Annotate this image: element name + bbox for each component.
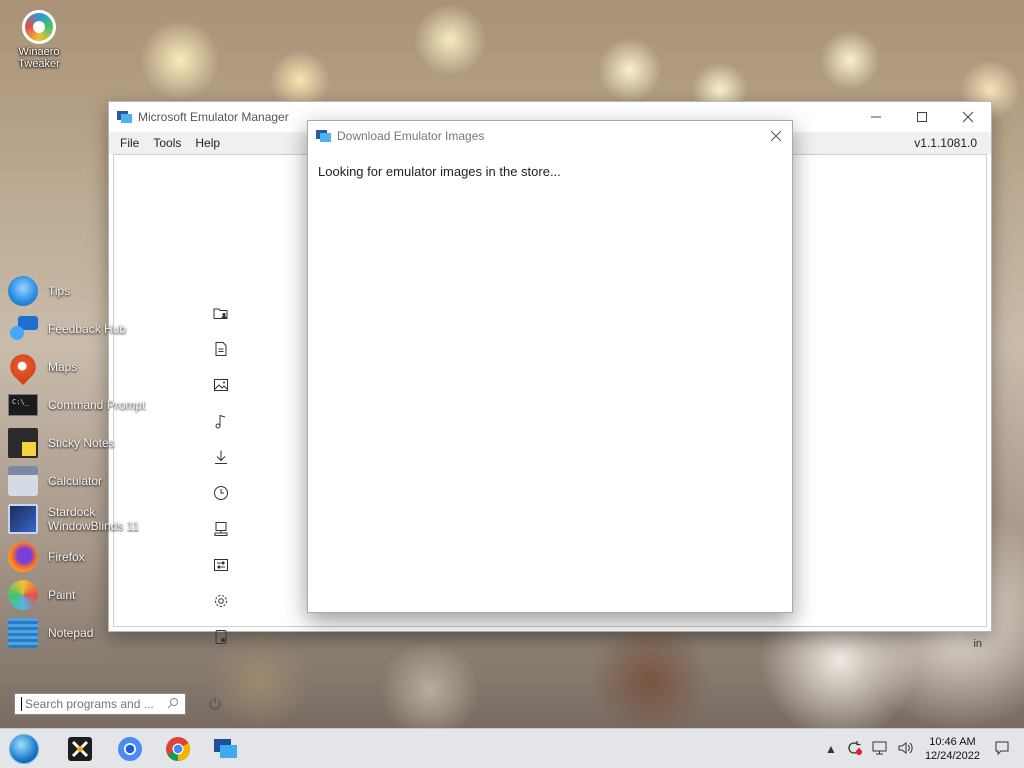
start-item-label: Sticky Notes (48, 436, 115, 450)
notepad-icon (8, 618, 38, 648)
start-button[interactable] (4, 733, 44, 765)
search-input[interactable] (25, 697, 157, 711)
taskbar-emulator-manager[interactable] (206, 733, 246, 765)
start-item-tips[interactable]: Tips (8, 272, 188, 310)
paint-icon (8, 580, 38, 610)
lightbulb-icon (8, 276, 38, 306)
start-item-label: Firefox (48, 550, 85, 564)
start-item-command-prompt[interactable]: C:\_ Command Prompt (8, 386, 188, 424)
map-pin-icon (4, 348, 42, 386)
start-menu-pinned-list: Tips Feedback Hub Maps C:\_ Command Prom… (4, 272, 188, 652)
emulator-manager-icon (117, 111, 132, 123)
network-icon[interactable] (871, 740, 889, 759)
chevron-up-icon[interactable]: ▲ (825, 742, 837, 756)
truncated-label: in (973, 638, 982, 650)
start-item-label: Command Prompt (48, 398, 146, 412)
version-label: v1.1.1081.0 (914, 136, 977, 150)
settings-sliders-icon[interactable] (210, 547, 232, 583)
taskbar: ▲ 10:46 AM 12/24/2022 (0, 728, 1024, 768)
start-item-windowblinds[interactable]: Stardock WindowBlinds 11 (8, 500, 188, 538)
image-icon[interactable] (210, 367, 232, 403)
start-item-sticky-notes[interactable]: Sticky Notes (8, 424, 188, 462)
download-icon[interactable] (210, 439, 232, 475)
sticky-note-icon (8, 428, 38, 458)
dialog-title-bar[interactable]: Download Emulator Images (308, 121, 792, 151)
chrome-icon (166, 737, 190, 761)
xbox-icon (68, 737, 92, 761)
text-caret (21, 697, 22, 711)
close-icon (962, 111, 974, 123)
document-icon[interactable] (210, 331, 232, 367)
folder-person-icon[interactable] (210, 295, 232, 331)
emulator-manager-icon (214, 739, 237, 758)
start-search-box[interactable] (14, 693, 186, 715)
start-item-label: Stardock WindowBlinds 11 (48, 505, 140, 533)
close-icon (770, 130, 782, 142)
search-icon[interactable] (167, 697, 179, 712)
menu-tools[interactable]: Tools (146, 136, 188, 150)
system-tray: ▲ 10:46 AM 12/24/2022 (821, 729, 1024, 768)
maximize-icon (917, 112, 927, 122)
start-item-firefox[interactable]: Firefox (8, 538, 188, 576)
maximize-button[interactable] (899, 102, 945, 132)
clock-time: 10:46 AM (929, 736, 976, 748)
start-item-label: Feedback Hub (48, 322, 127, 336)
dialog-status-message: Looking for emulator images in the store… (318, 164, 561, 179)
calculator-icon (8, 466, 38, 496)
volume-icon[interactable] (897, 740, 915, 759)
start-item-paint[interactable]: Paint (8, 576, 188, 614)
start-item-label: Tips (48, 284, 71, 298)
desktop-icon-label: Winaero Tweaker (18, 46, 60, 70)
start-item-label: Paint (48, 588, 76, 602)
gear-icon[interactable] (210, 583, 232, 619)
emulator-manager-icon (316, 130, 331, 142)
taskbar-clock[interactable]: 10:46 AM 12/24/2022 (925, 735, 980, 763)
update-icon[interactable] (845, 740, 863, 759)
chromium-icon (118, 737, 142, 761)
window-controls (853, 102, 991, 132)
device-icon[interactable] (210, 511, 232, 547)
start-item-label: Notepad (48, 626, 94, 640)
terminal-icon: C:\_ (8, 394, 38, 416)
history-icon[interactable] (210, 475, 232, 511)
close-button[interactable] (945, 102, 991, 132)
minimize-icon (871, 116, 881, 118)
start-item-feedback-hub[interactable]: Feedback Hub (8, 310, 188, 348)
winaero-tweaker-icon (22, 10, 56, 44)
dialog-close-button[interactable] (768, 128, 784, 144)
notification-icon[interactable] (994, 740, 1010, 759)
firefox-icon (8, 542, 38, 572)
clock-date: 12/24/2022 (924, 750, 980, 762)
start-item-label: Calculator (48, 474, 103, 488)
taskbar-xbox[interactable] (60, 733, 100, 765)
windowblinds-icon (8, 504, 38, 534)
storage-icon[interactable] (210, 619, 232, 655)
menu-help[interactable]: Help (188, 136, 227, 150)
window-title: Microsoft Emulator Manager (138, 110, 289, 124)
download-emulator-images-dialog: Download Emulator Images Looking for emu… (307, 120, 793, 613)
feedback-icon (8, 314, 38, 344)
start-item-calculator[interactable]: Calculator (8, 462, 188, 500)
menu-file[interactable]: File (113, 136, 146, 150)
start-orb-icon (9, 734, 39, 764)
music-icon[interactable] (210, 403, 232, 439)
desktop-icon-winaero-tweaker[interactable]: Winaero Tweaker (12, 10, 66, 70)
start-item-maps[interactable]: Maps (4, 348, 188, 386)
side-icon-column (210, 295, 232, 655)
power-icon[interactable] (208, 696, 222, 712)
taskbar-chrome[interactable] (158, 733, 198, 765)
minimize-button[interactable] (853, 102, 899, 132)
start-item-notepad[interactable]: Notepad (8, 614, 188, 652)
start-item-label: Maps (48, 360, 78, 374)
dialog-title: Download Emulator Images (337, 129, 485, 143)
taskbar-chromium[interactable] (110, 733, 150, 765)
